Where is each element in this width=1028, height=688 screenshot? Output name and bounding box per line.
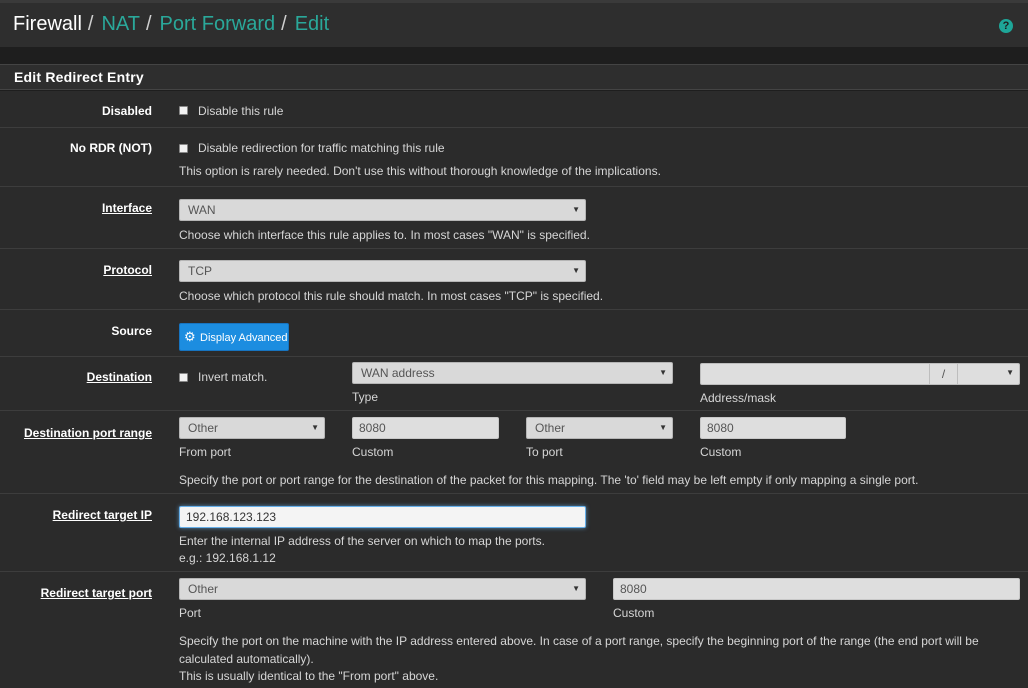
- destination-type-value: WAN address: [361, 366, 435, 380]
- display-advanced-button[interactable]: ⚙ Display Advanced: [179, 323, 289, 351]
- panel-title: Edit Redirect Entry: [14, 69, 144, 85]
- disabled-label: Disabled: [101, 104, 152, 118]
- chevron-down-icon: ▼: [311, 423, 319, 432]
- from-port-custom-label: Custom: [352, 445, 394, 459]
- from-port-label: From port: [179, 445, 232, 459]
- row-destination: Destination Invert match. WAN address ▼ …: [0, 357, 1028, 411]
- address-mask-label: Address/mask: [700, 391, 777, 405]
- help-icon[interactable]: ?: [999, 19, 1013, 33]
- source-label: Source: [111, 324, 152, 338]
- interface-help: Choose which interface this rule applies…: [179, 228, 590, 242]
- breadcrumb-nat[interactable]: NAT: [101, 13, 140, 35]
- redirect-target-ip-example: e.g.: 192.168.1.12: [179, 551, 276, 565]
- interface-select[interactable]: WAN ▼: [179, 199, 586, 221]
- dest-port-range-label: Destination port range: [23, 426, 152, 440]
- redirect-target-ip-label: Redirect target IP: [52, 508, 152, 522]
- redirect-target-port-label: Redirect target port: [40, 586, 152, 600]
- redirect-target-port-custom-label: Custom: [613, 606, 655, 620]
- redirect-target-ip-help: Enter the internal IP address of the ser…: [179, 534, 545, 548]
- row-redirect-target-port: Redirect target port Other ▼ Port 8080 C…: [0, 572, 1028, 688]
- destination-mask-select[interactable]: ▼: [958, 364, 1019, 384]
- row-redirect-target-ip: Redirect target IP 192.168.123.123 Enter…: [0, 494, 1028, 572]
- interface-label: Interface: [101, 201, 152, 215]
- display-advanced-label: Display Advanced: [200, 332, 288, 344]
- protocol-label: Protocol: [103, 263, 152, 277]
- nordr-checkbox[interactable]: [179, 144, 188, 153]
- redirect-target-port-value: Other: [188, 582, 219, 596]
- destination-type-select[interactable]: WAN address ▼: [352, 362, 673, 384]
- to-port-value: Other: [535, 421, 566, 435]
- nordr-help: This option is rarely needed. Don't use …: [179, 164, 661, 178]
- invert-match-text: Invert match.: [198, 370, 268, 384]
- breadcrumb: Firewall / NAT / Port Forward / Edit: [13, 13, 329, 36]
- destination-address-input[interactable]: [701, 364, 929, 384]
- row-nordr: No RDR (NOT) Disable redirection for tra…: [0, 128, 1028, 187]
- row-protocol: Protocol TCP ▼ Choose which protocol thi…: [0, 249, 1028, 310]
- chevron-down-icon: ▼: [572, 266, 580, 275]
- chevron-down-icon: ▼: [1006, 368, 1014, 377]
- to-port-custom-label: Custom: [700, 445, 742, 459]
- panel-heading: Edit Redirect Entry: [0, 64, 1028, 90]
- invert-match-checkbox[interactable]: [179, 373, 188, 382]
- disabled-checkbox[interactable]: [179, 106, 188, 115]
- from-port-select[interactable]: Other ▼: [179, 417, 325, 439]
- protocol-select[interactable]: TCP ▼: [179, 260, 586, 282]
- row-disabled: Disabled Disable this rule: [0, 91, 1028, 128]
- destination-address-group: / ▼: [700, 363, 1020, 385]
- redirect-target-port-help-1: Specify the port on the machine with the…: [179, 634, 979, 648]
- redirect-target-ip-input[interactable]: 192.168.123.123: [179, 506, 586, 528]
- destination-label: Destination: [86, 370, 152, 384]
- dest-port-help: Specify the port or port range for the d…: [179, 473, 919, 487]
- chevron-down-icon: ▼: [659, 423, 667, 432]
- row-source: Source ⚙ Display Advanced: [0, 310, 1028, 357]
- destination-type-label: Type: [352, 390, 379, 404]
- from-port-custom-input[interactable]: 8080: [352, 417, 499, 439]
- breadcrumb-separator: /: [281, 13, 287, 35]
- chevron-down-icon: ▼: [572, 205, 580, 214]
- to-port-label: To port: [526, 445, 563, 459]
- redirect-target-port-sublabel: Port: [179, 606, 202, 620]
- redirect-target-port-select[interactable]: Other ▼: [179, 578, 586, 600]
- mask-separator: /: [929, 364, 958, 384]
- protocol-select-value: TCP: [188, 264, 212, 278]
- gear-icon: ⚙: [184, 329, 196, 344]
- disabled-checkbox-text: Disable this rule: [198, 104, 284, 118]
- breadcrumb-firewall: Firewall: [13, 13, 82, 35]
- row-dest-port-range: Destination port range Other ▼ From port…: [0, 411, 1028, 494]
- redirect-target-port-help-3: This is usually identical to the "From p…: [179, 669, 439, 683]
- nordr-checkbox-text: Disable redirection for traffic matching…: [198, 141, 445, 155]
- redirect-target-port-custom-input[interactable]: 8080: [613, 578, 1020, 600]
- row-interface: Interface WAN ▼ Choose which interface t…: [0, 187, 1028, 249]
- breadcrumb-port-forward[interactable]: Port Forward: [160, 13, 276, 35]
- breadcrumb-separator: /: [145, 13, 152, 35]
- redirect-target-port-help-2: calculated automatically).: [179, 652, 314, 666]
- breadcrumb-edit[interactable]: Edit: [295, 13, 329, 35]
- chevron-down-icon: ▼: [659, 368, 667, 377]
- interface-select-value: WAN: [188, 203, 216, 217]
- to-port-select[interactable]: Other ▼: [526, 417, 673, 439]
- from-port-value: Other: [188, 421, 219, 435]
- top-bar: Firewall / NAT / Port Forward / Edit ?: [0, 0, 1028, 47]
- chevron-down-icon: ▼: [572, 584, 580, 593]
- nordr-label: No RDR (NOT): [70, 141, 152, 155]
- breadcrumb-separator: /: [87, 13, 94, 35]
- to-port-custom-input[interactable]: 8080: [700, 417, 846, 439]
- protocol-help: Choose which protocol this rule should m…: [179, 289, 604, 303]
